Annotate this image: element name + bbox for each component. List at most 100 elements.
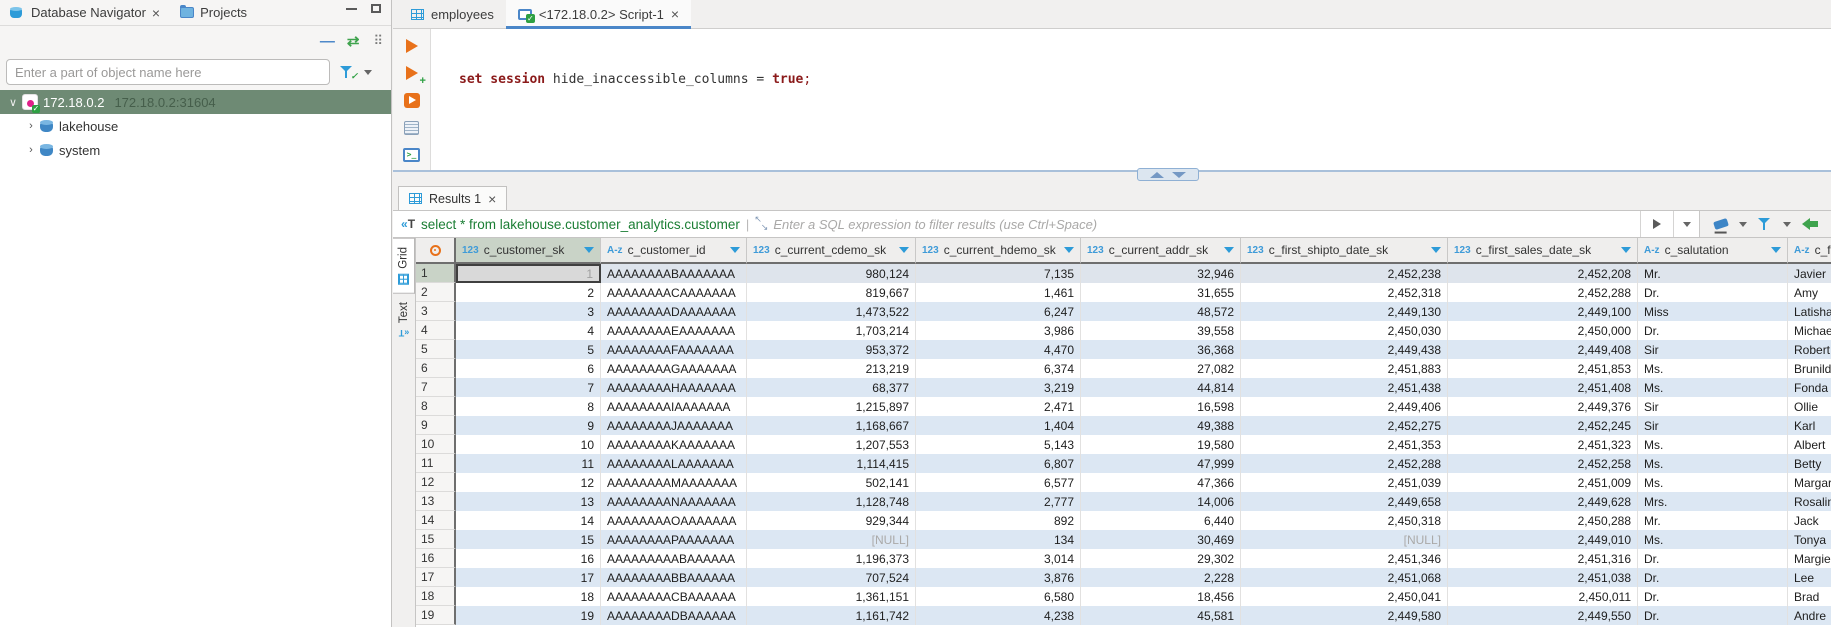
grid-cell[interactable]: 2,452,245	[1448, 416, 1638, 435]
tree-row-connection[interactable]: ∨ 172.18.0.2 172.18.0.2:31604	[0, 90, 391, 114]
grid-cell[interactable]: 2,449,438	[1241, 340, 1448, 359]
grid-cell[interactable]: Margie	[1788, 549, 1831, 568]
grid-cell[interactable]: 2,451,323	[1448, 435, 1638, 454]
grid-cell[interactable]: Dr.	[1638, 587, 1788, 606]
grid-cell[interactable]: 6,577	[916, 473, 1081, 492]
grid-cell[interactable]: 2,777	[916, 492, 1081, 511]
grid-cell[interactable]: 2,451,346	[1241, 549, 1448, 568]
grid-cell[interactable]: AAAAAAAAMAAAAAAA	[601, 473, 747, 492]
grid-cell[interactable]: 4	[456, 321, 601, 340]
grid-cell[interactable]: Ms.	[1638, 378, 1788, 397]
expander-icon[interactable]: ›	[24, 144, 38, 156]
grid-cell[interactable]: 39,558	[1081, 321, 1241, 340]
grid-corner-cell[interactable]	[416, 238, 456, 264]
presentation-tab-text[interactable]: «T Text	[393, 294, 415, 346]
grid-cell[interactable]: 2,451,038	[1448, 568, 1638, 587]
grid-cell[interactable]: 2,452,318	[1241, 283, 1448, 302]
close-icon[interactable]: ×	[488, 192, 496, 206]
grid-cell[interactable]: 7	[456, 378, 601, 397]
grid-cell[interactable]: 707,524	[747, 568, 916, 587]
grid-cell[interactable]: 1,128,748	[747, 492, 916, 511]
close-icon[interactable]: ×	[671, 7, 679, 21]
grid-cell[interactable]: 19	[456, 606, 601, 625]
grid-cell[interactable]: Ms.	[1638, 359, 1788, 378]
grid-cell[interactable]: 11	[456, 454, 601, 473]
tab-projects[interactable]: Projects	[170, 0, 257, 25]
grid-cell[interactable]: Sir	[1638, 397, 1788, 416]
row-number[interactable]: 2	[416, 283, 456, 302]
grid-cell[interactable]: Ollie	[1788, 397, 1831, 416]
column-header-c_current_cdemo_sk[interactable]: 123c_current_cdemo_sk	[747, 238, 916, 264]
grid-cell[interactable]: 2,449,406	[1241, 397, 1448, 416]
link-with-editor-icon[interactable]: ⇄	[347, 32, 360, 50]
explain-plan-icon[interactable]	[404, 121, 419, 135]
grid-cell[interactable]: Karl	[1788, 416, 1831, 435]
presentation-tab-grid[interactable]: Grid	[393, 238, 415, 294]
grid-cell[interactable]: AAAAAAAABBAAAAAA	[601, 568, 747, 587]
grid-cell[interactable]: 44,814	[1081, 378, 1241, 397]
grid-cell[interactable]: 30,469	[1081, 530, 1241, 549]
grid-cell[interactable]: 36,368	[1081, 340, 1241, 359]
expander-icon[interactable]: ›	[24, 120, 38, 132]
grid-cell[interactable]: Jack	[1788, 511, 1831, 530]
grid-cell[interactable]: 3,219	[916, 378, 1081, 397]
tab-sql-script[interactable]: <172.18.0.2> Script-1 ×	[506, 0, 691, 28]
grid-cell[interactable]: 10	[456, 435, 601, 454]
grid-cell[interactable]: 2,450,041	[1241, 587, 1448, 606]
grid-cell[interactable]: 2,452,288	[1448, 283, 1638, 302]
grid-cell[interactable]: 5,143	[916, 435, 1081, 454]
grid-cell[interactable]: 953,372	[747, 340, 916, 359]
execute-script-icon[interactable]	[404, 93, 420, 108]
grid-cell[interactable]: 6,374	[916, 359, 1081, 378]
chevron-down-icon[interactable]	[1739, 222, 1747, 227]
grid-cell[interactable]: 6,440	[1081, 511, 1241, 530]
row-number[interactable]: 9	[416, 416, 456, 435]
grid-cell[interactable]: Ms.	[1638, 435, 1788, 454]
column-header-c_customer_id[interactable]: A-zc_customer_id	[601, 238, 747, 264]
column-header-c_current_hdemo_sk[interactable]: 123c_current_hdemo_sk	[916, 238, 1081, 264]
grid-cell[interactable]: 2,449,100	[1448, 302, 1638, 321]
splitter-collapse-control[interactable]	[1137, 168, 1199, 181]
grid-cell[interactable]: 14,006	[1081, 492, 1241, 511]
column-menu-icon[interactable]	[1621, 247, 1631, 253]
grid-cell[interactable]: 213,219	[747, 359, 916, 378]
maximize-view-icon[interactable]	[371, 4, 381, 13]
grid-cell[interactable]: 2,450,000	[1448, 321, 1638, 340]
row-number[interactable]: 5	[416, 340, 456, 359]
grid-cell[interactable]: Betty	[1788, 454, 1831, 473]
grid-cell[interactable]: 4,238	[916, 606, 1081, 625]
previous-page-icon[interactable]	[1802, 218, 1818, 230]
row-number[interactable]: 4	[416, 321, 456, 340]
grid-cell[interactable]: 2,449,130	[1241, 302, 1448, 321]
grid-cell[interactable]: AAAAAAAAOAAAAAAA	[601, 511, 747, 530]
grid-cell[interactable]: 16	[456, 549, 601, 568]
grid-cell[interactable]: 2,449,550	[1448, 606, 1638, 625]
grid-cell[interactable]: 2,228	[1081, 568, 1241, 587]
execute-in-new-tab-icon[interactable]	[406, 66, 418, 80]
clear-filter-icon[interactable]	[1713, 218, 1729, 230]
grid-cell[interactable]: 1,168,667	[747, 416, 916, 435]
filter-history-dropdown[interactable]	[1673, 211, 1699, 237]
grid-cell[interactable]: 2,451,408	[1448, 378, 1638, 397]
column-menu-icon[interactable]	[1224, 247, 1234, 253]
grid-cell[interactable]: 1,161,742	[747, 606, 916, 625]
grid-cell[interactable]: 1,703,214	[747, 321, 916, 340]
grid-cell[interactable]: Dr.	[1638, 321, 1788, 340]
grid-cell[interactable]: 2,451,853	[1448, 359, 1638, 378]
column-header-c_first_shipto_date_sk[interactable]: 123c_first_shipto_date_sk	[1241, 238, 1448, 264]
grid-cell[interactable]: 18	[456, 587, 601, 606]
row-number[interactable]: 10	[416, 435, 456, 454]
grid-cell[interactable]: Dr.	[1638, 283, 1788, 302]
tab-database-navigator[interactable]: Database Navigator ×	[0, 0, 170, 25]
grid-cell[interactable]: AAAAAAAAPAAAAAAA	[601, 530, 747, 549]
grid-cell[interactable]: Albert	[1788, 435, 1831, 454]
grid-cell[interactable]: 49,388	[1081, 416, 1241, 435]
grid-cell[interactable]: AAAAAAAAABAAAAAA	[601, 549, 747, 568]
grid-cell[interactable]: Michael	[1788, 321, 1831, 340]
grid-cell[interactable]: Lee	[1788, 568, 1831, 587]
sql-console-icon[interactable]: >_	[403, 148, 420, 162]
grid-cell[interactable]: 2,451,883	[1241, 359, 1448, 378]
row-number[interactable]: 3	[416, 302, 456, 321]
column-menu-icon[interactable]	[1771, 247, 1781, 253]
grid-cell[interactable]: 2,451,009	[1448, 473, 1638, 492]
